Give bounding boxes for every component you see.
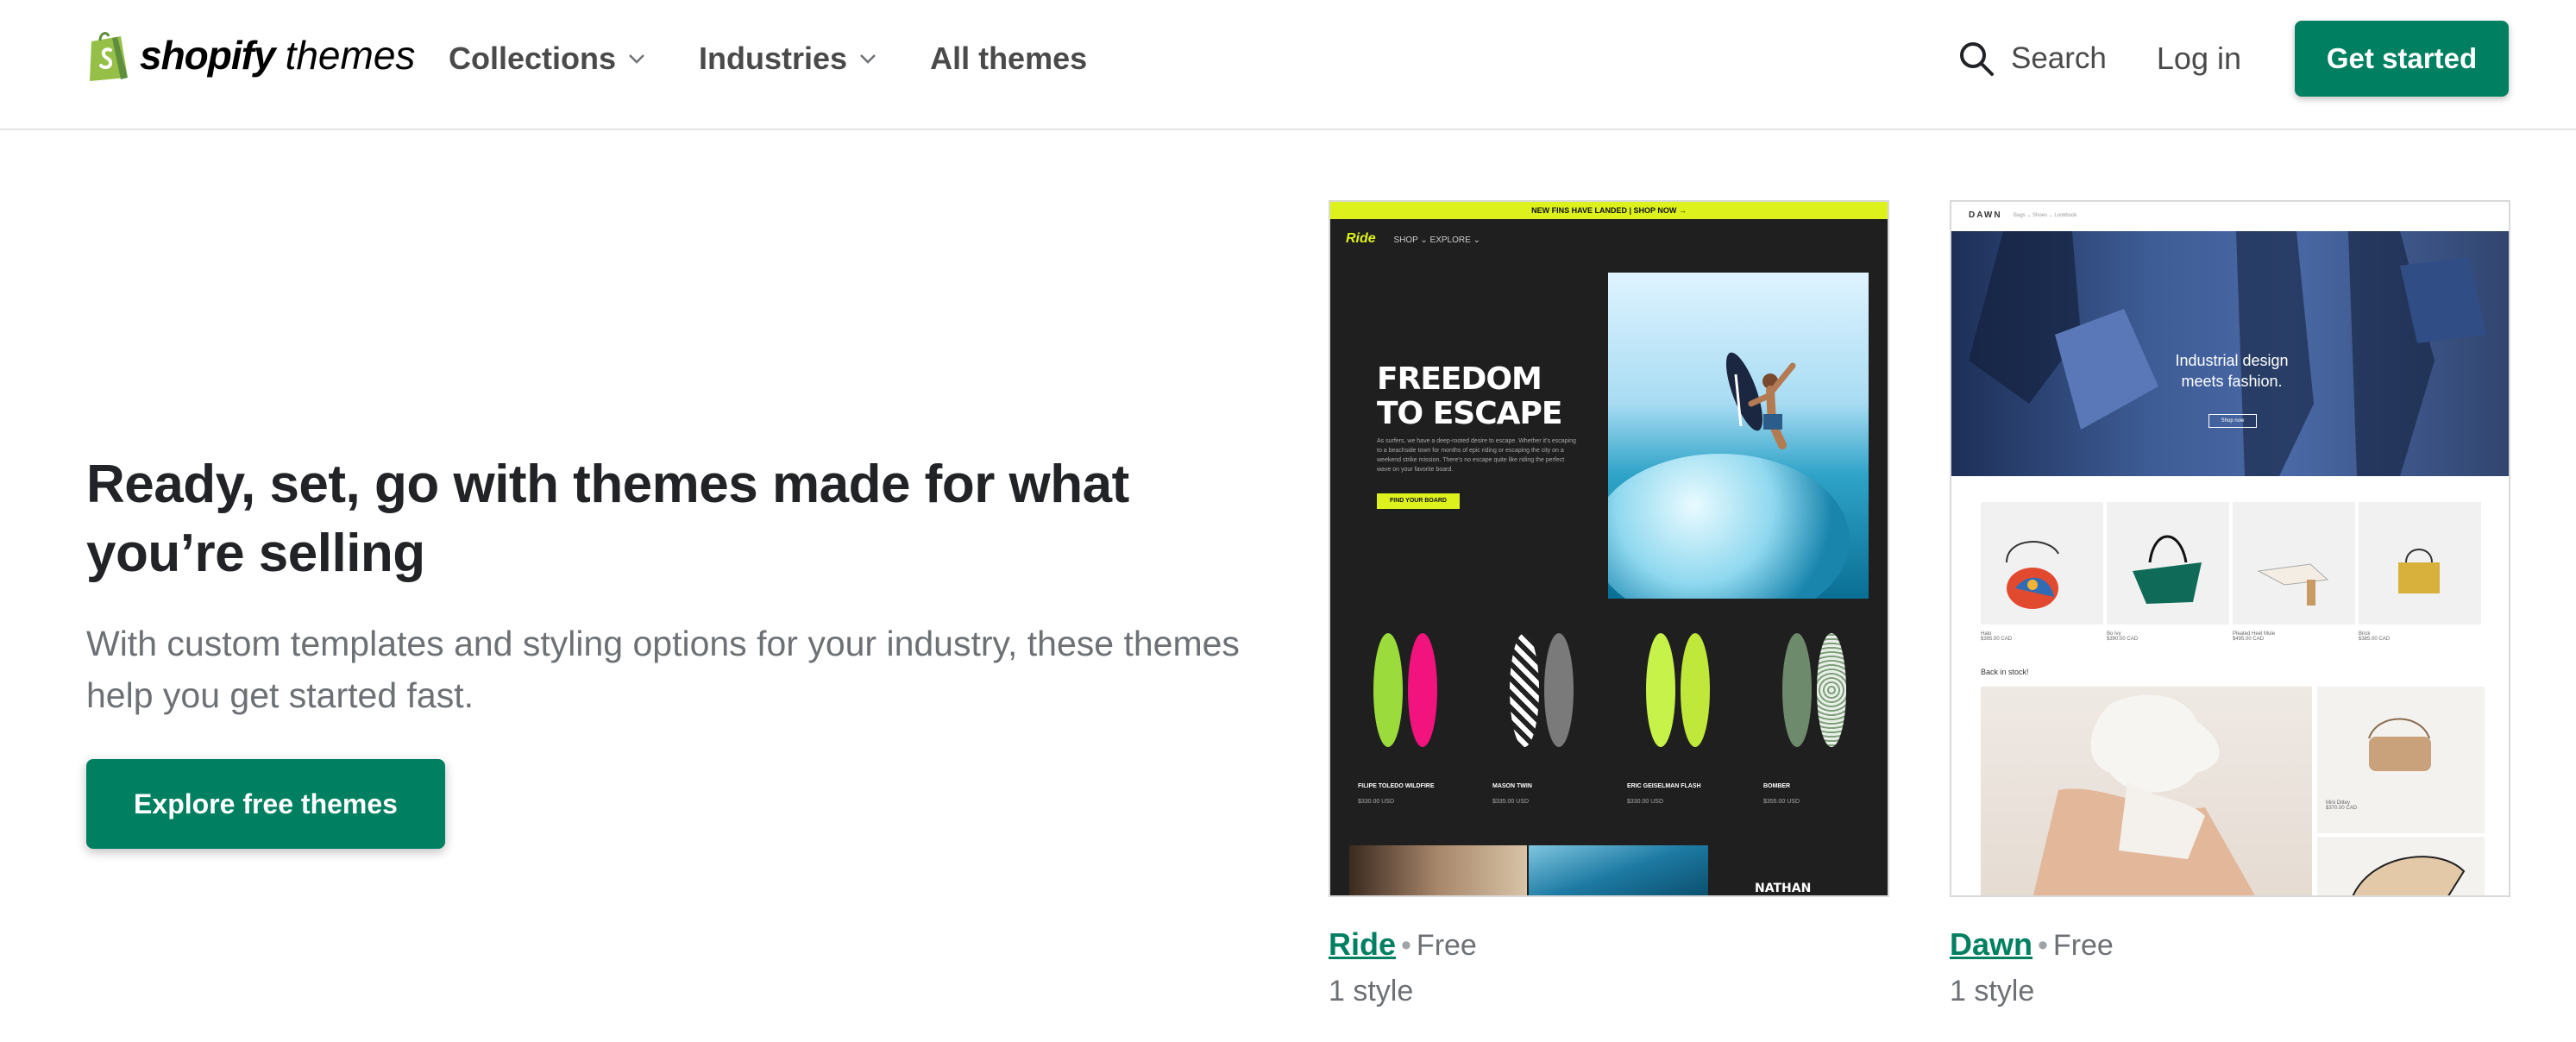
dawn-product-tile (2107, 502, 2229, 625)
dawn-preview-image[interactable]: DAWN Bags ⌄ Shoes ⌄ Lookbook Industrial … (1950, 200, 2510, 897)
product-name: ERIC GEISELMAN FLASH (1627, 783, 1701, 789)
dawn-product-tile (1981, 502, 2103, 625)
separator-dot: • (1401, 929, 1411, 962)
theme-card-dawn: DAWN Bags ⌄ Shoes ⌄ Lookbook Industrial … (1950, 200, 2510, 1008)
search-icon (1960, 42, 1994, 76)
primary-nav: Collections Industries All themes (449, 35, 1087, 83)
crossbody-bag-image (2368, 718, 2431, 771)
logo-wordmark: shopify (140, 33, 276, 78)
dawn-side-product: Mini Dittey $370.00 CAD (2317, 687, 2485, 833)
product-name: BOMBER (1763, 783, 1791, 789)
ride-body-text: As surfers, we have a deep-rooted desire… (1377, 438, 1576, 473)
ride-product-row (1330, 633, 1888, 806)
handbag-image (2006, 541, 2059, 609)
nav-industries-label: Industries (699, 41, 848, 76)
shoulder-bag-image (2133, 535, 2202, 604)
ride-headline: FREEDOM TO ESCAPE (1377, 361, 1562, 431)
dawn-product-tile (2233, 502, 2355, 625)
ride-meta: Ride • Free (1329, 926, 1889, 963)
dawn-hero-button: Shop now (2208, 414, 2257, 428)
dawn-side-product-2 (2317, 837, 2485, 895)
product-caption: Pleated Heel Mule $495.00 CAD (2233, 631, 2276, 642)
surfer-photo (1608, 273, 1869, 599)
dawn-preview-nav: DAWN Bags ⌄ Shoes ⌄ Lookbook (1951, 202, 2509, 231)
product-price: $335.00 USD (1492, 799, 1530, 805)
dawn-product-tile (2359, 502, 2481, 625)
chevron-down-icon (860, 54, 876, 64)
tote-bag-image (2398, 549, 2440, 593)
theme-name-link[interactable]: Ride (1329, 926, 1396, 962)
search-label: Search (2011, 41, 2107, 75)
header-actions: Search Log in Get started (1957, 21, 2509, 97)
nav-all-themes-label: All themes (930, 41, 1088, 76)
product-caption: Halo $395.00 CAD (1981, 631, 2013, 642)
model-figure (2033, 694, 2255, 895)
board-mason-twin (1510, 633, 1587, 754)
board-wildfire (1373, 633, 1451, 754)
dawn-brand: DAWN (1969, 210, 2002, 220)
product-price: $355.00 USD (1763, 799, 1800, 805)
wave-shape (1608, 454, 1850, 599)
mule-shoe-image (2257, 563, 2329, 606)
nav-all-themes[interactable]: All themes (930, 41, 1087, 77)
ride-nav-links: SHOP ⌄ EXPLORE ⌄ (1393, 235, 1480, 245)
product-price: $330.00 USD (1627, 799, 1664, 805)
product-caption: Bo Ivy $390.00 CAD (2107, 631, 2139, 642)
surfer-figure (1725, 352, 1796, 449)
theme-card-ride: NEW FINS HAVE LANDED | SHOP NOW → Ride S… (1329, 200, 1889, 1008)
explore-free-themes-button[interactable]: Explore free themes (86, 759, 445, 849)
ride-bottom-gallery: NATHAN FLORENCE (1349, 845, 1872, 895)
search-button[interactable]: Search (1957, 40, 2107, 78)
board-flash (1646, 633, 1724, 754)
ride-cta: FIND YOUR BOARD (1377, 493, 1460, 509)
logo-suffix: themes (285, 33, 416, 78)
chevron-down-icon (629, 54, 644, 64)
theme-price: Free (2052, 929, 2114, 962)
dawn-hero-banner: Industrial design meets fashion. Shop no… (1951, 231, 2509, 476)
ride-logo: Ride (1346, 231, 1376, 246)
nav-industries[interactable]: Industries (699, 41, 876, 77)
dawn-hero-headline: Industrial design meets fashion. (2175, 352, 2289, 390)
product-name: MASON TWIN (1492, 783, 1532, 789)
board-bomber (1782, 633, 1860, 754)
model-photo (1981, 687, 2312, 895)
hero-subtitle: With custom templates and styling option… (86, 624, 1240, 715)
theme-style-count: 1 style (1329, 975, 1414, 1007)
nav-collections-label: Collections (449, 41, 617, 76)
ride-preview-nav: Ride SHOP ⌄ EXPLORE ⌄ (1346, 231, 1480, 247)
get-started-button[interactable]: Get started (2295, 21, 2509, 97)
product-name: FILIPE TOLEDO WILDFIRE (1358, 783, 1435, 789)
shopify-themes-logo[interactable]: shopify themes (86, 28, 415, 83)
shopify-bag-icon (90, 32, 128, 81)
login-link[interactable]: Log in (2157, 41, 2241, 77)
dawn-section-title: Back in stock! (1981, 668, 2029, 676)
side-product-caption: Mini Dittey $370.00 CAD (2326, 800, 2358, 811)
dawn-meta: Dawn • Free (1950, 926, 2510, 963)
separator-dot: • (2038, 929, 2048, 962)
ride-preview-image[interactable]: NEW FINS HAVE LANDED | SHOP NOW → Ride S… (1329, 200, 1889, 897)
site-header: shopify themes Collections Industries Al… (0, 0, 2576, 130)
dawn-nav-links: Bags ⌄ Shoes ⌄ Lookbook (2014, 213, 2077, 218)
product-price: $330.00 USD (1358, 799, 1395, 805)
theme-style-count: 1 style (1950, 975, 2035, 1007)
theme-name-link[interactable]: Dawn (1950, 926, 2033, 962)
nav-collections[interactable]: Collections (449, 41, 645, 77)
hero-title: Ready, set, go with themes made for what… (86, 455, 1129, 583)
ride-footer-text: NATHAN FLORENCE (1755, 882, 1812, 895)
product-caption: Brick $385.00 CAD (2359, 631, 2391, 642)
ride-announcement-bar: NEW FINS HAVE LANDED | SHOP NOW → (1330, 202, 1888, 219)
shoe-sole-image (2352, 856, 2466, 895)
theme-price: Free (1416, 929, 1477, 962)
